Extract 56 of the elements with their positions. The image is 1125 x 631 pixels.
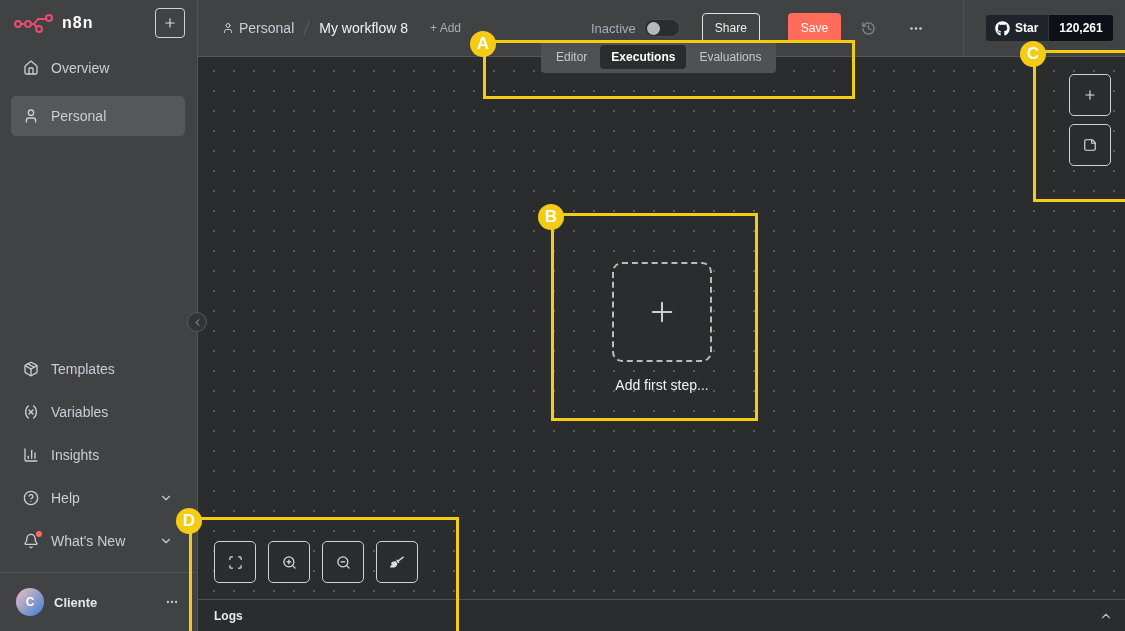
brand-name: n8n bbox=[62, 14, 94, 32]
add-tag-link[interactable]: + Add bbox=[429, 21, 461, 35]
home-icon bbox=[23, 60, 39, 76]
plus-icon bbox=[1083, 88, 1097, 102]
nav-label: Insights bbox=[51, 446, 101, 463]
user-icon bbox=[23, 108, 39, 124]
add-node-button[interactable] bbox=[1069, 74, 1111, 116]
user-avatar: C bbox=[16, 588, 44, 616]
user-name: Cliente bbox=[54, 594, 99, 610]
nav-item[interactable]: Templates bbox=[11, 347, 185, 390]
view-tab[interactable]: Executions bbox=[600, 45, 687, 69]
history-icon bbox=[861, 20, 877, 36]
add-button[interactable] bbox=[155, 8, 185, 38]
nav-item[interactable]: Insights bbox=[11, 433, 185, 476]
bar-chart-icon bbox=[23, 446, 39, 463]
zoom-in-button[interactable] bbox=[268, 541, 310, 583]
bell-icon bbox=[23, 532, 39, 549]
view-tab[interactable]: Evaluations bbox=[688, 45, 773, 69]
add-step-button[interactable] bbox=[612, 262, 712, 362]
github-star-button[interactable]: Star bbox=[986, 15, 1049, 41]
star-count: 120,261 bbox=[1048, 15, 1113, 41]
status-label: Inactive bbox=[591, 20, 636, 36]
nav-item[interactable]: Overview bbox=[11, 48, 185, 88]
add-step-label: Add first step... bbox=[615, 377, 709, 393]
nav-label: Variables bbox=[51, 403, 110, 420]
nav-label: Help bbox=[51, 489, 81, 506]
zoom-out-icon bbox=[335, 554, 351, 570]
zoom-out-button[interactable] bbox=[322, 541, 364, 583]
user-icon bbox=[222, 22, 234, 34]
broom-button[interactable] bbox=[376, 541, 418, 583]
logs-label[interactable]: Logs bbox=[214, 608, 243, 623]
history-button[interactable] bbox=[861, 20, 877, 36]
zoom-in-icon bbox=[281, 554, 297, 570]
view-tab[interactable]: Editor bbox=[545, 45, 599, 69]
help-icon bbox=[23, 489, 39, 506]
github-icon bbox=[995, 20, 1010, 36]
fit-view-icon bbox=[227, 554, 243, 570]
broom-icon bbox=[390, 555, 404, 569]
nav-label: Templates bbox=[51, 360, 116, 377]
nav-item[interactable]: Variables bbox=[11, 390, 185, 433]
box-icon bbox=[23, 360, 39, 377]
logo-icon bbox=[14, 13, 54, 33]
nav-label: Personal bbox=[51, 108, 107, 124]
nav-item[interactable]: Personal bbox=[11, 96, 185, 136]
nav-label: Overview bbox=[51, 60, 110, 76]
workflow-name[interactable]: My workflow 8 bbox=[319, 20, 408, 36]
more-button[interactable] bbox=[910, 26, 923, 30]
project-link[interactable]: Personal bbox=[239, 20, 295, 36]
more-icon bbox=[910, 26, 923, 30]
active-toggle[interactable] bbox=[643, 19, 680, 37]
plus-icon bbox=[163, 16, 177, 30]
nav-label: What's New bbox=[51, 532, 127, 549]
fit-view-button[interactable] bbox=[214, 541, 256, 583]
sticky-note-button[interactable] bbox=[1069, 124, 1111, 166]
variable-icon bbox=[23, 403, 39, 420]
note-icon bbox=[1083, 138, 1097, 152]
